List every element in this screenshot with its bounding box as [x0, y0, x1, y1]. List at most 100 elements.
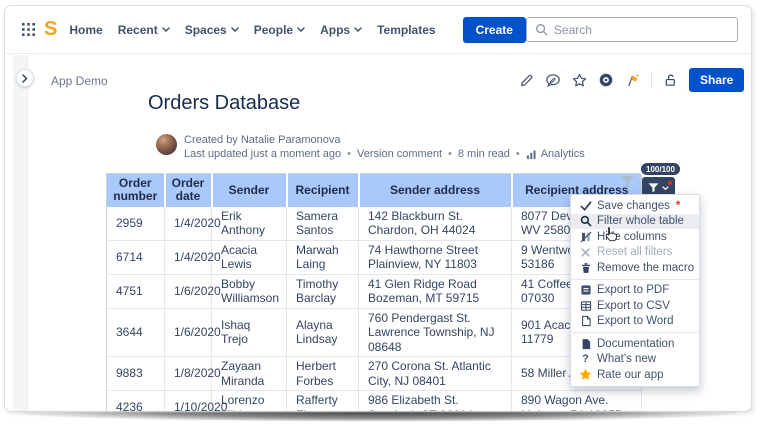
table-cell: Samera Santos	[287, 207, 359, 241]
column-header[interactable]: Sender	[212, 174, 287, 207]
question-icon: ?	[579, 353, 592, 365]
table-cell: 142 Blackburn St. Chardon, OH 44024	[359, 207, 512, 241]
chart-icon	[526, 149, 537, 160]
favorite-button[interactable]	[572, 73, 587, 88]
table-cell: 41 Glen Ridge Road Bozeman, MT 59715	[359, 274, 512, 308]
version-comment-link[interactable]: Version comment	[357, 148, 442, 160]
menu-item-remove-the-macro[interactable]: Remove the macro	[571, 260, 699, 276]
nav-item-home[interactable]: Home	[69, 23, 102, 37]
table-cell: 1/6/2020	[165, 274, 212, 308]
table-cell: Zayaan Miranda	[212, 357, 287, 391]
table-cell: Alayna Lindsay	[287, 308, 359, 357]
page-curl-shadow	[22, 412, 738, 421]
orders-table: Order number Order date Sender Recipient…	[106, 173, 642, 412]
pencil-icon	[519, 73, 534, 88]
edit-button[interactable]	[519, 73, 534, 88]
csv-grid-icon	[579, 300, 592, 312]
unsaved-asterisk: *	[676, 200, 680, 212]
nav-item-apps[interactable]: Apps	[320, 23, 362, 37]
table-row: 67141/4/2020Acacia LewisMarwah Laing74 H…	[107, 240, 642, 274]
table-cell: 2959	[107, 207, 165, 241]
search-icon	[535, 23, 548, 36]
author-avatar[interactable]	[156, 134, 177, 155]
table-cell: Erik Anthony	[212, 207, 287, 241]
flag-icon	[625, 73, 640, 88]
expand-sidebar-button[interactable]	[16, 69, 34, 87]
table-cell: Marwah Laing	[287, 240, 359, 274]
column-filter-icon[interactable]	[620, 175, 635, 195]
table-header-row: Order number Order date Sender Recipient…	[107, 174, 642, 207]
create-button[interactable]: Create	[463, 17, 526, 43]
table-cell: 986 Elizabeth St. Stratford, CT 06614	[359, 391, 512, 413]
byline-meta: Last updated just a moment ago • Version…	[184, 148, 585, 160]
analytics-link[interactable]: Analytics	[526, 148, 585, 160]
chevron-down-icon	[354, 27, 362, 32]
unsaved-changes-dot	[668, 181, 672, 185]
table-cell: 1/4/2020	[165, 240, 212, 274]
table-cell: 4751	[107, 274, 165, 308]
reset-icon	[579, 247, 592, 258]
table-cell: Bobby Williamson	[212, 274, 287, 308]
search-icon	[579, 215, 592, 227]
restrictions-button[interactable]	[663, 73, 678, 88]
byline-author: Created by Natalie Paramonova	[184, 134, 341, 146]
table-cell: 1/4/2020	[165, 207, 212, 241]
star-icon	[579, 368, 592, 381]
app-switcher-icon[interactable]	[22, 23, 35, 36]
table-cell: 1/6/2020	[165, 308, 212, 357]
table-cell: 760 Pendergast St. Lawrence Township, NJ…	[359, 308, 512, 357]
menu-item-export-to-word[interactable]: Export to Word	[571, 314, 699, 330]
table-cell: Acacia Lewis	[212, 240, 287, 274]
column-header[interactable]: Order date	[165, 174, 212, 207]
page-title: Orders Database	[148, 92, 300, 115]
table-cell: 1/10/2020	[165, 391, 212, 413]
table-row: 42361/10/2020Lorenzo HibbertRafferty Fig…	[107, 391, 642, 413]
unlock-icon	[663, 73, 678, 88]
last-updated-text: Last updated just a moment ago	[184, 148, 341, 160]
table-cell: 890 Wagon Ave. Malvern, PA 19355	[512, 391, 642, 413]
search-box[interactable]	[526, 17, 738, 42]
table-cell: 74 Hawthorne Street Plainview, NY 11803	[359, 240, 512, 274]
nav-item-people[interactable]: People	[254, 23, 305, 37]
menu-item-documentation[interactable]: Documentation	[571, 336, 699, 352]
trash-icon	[579, 262, 592, 274]
menu-item-save-changes[interactable]: Save changes*	[571, 198, 699, 214]
table-cell: 6714	[107, 240, 165, 274]
top-nav: S Home Recent Spaces People Apps Templat…	[5, 6, 751, 54]
share-button[interactable]: Share	[689, 68, 744, 92]
menu-item-whats-new[interactable]: ? What's new	[571, 352, 699, 368]
table-cell: Timothy Barclay	[287, 274, 359, 308]
column-header[interactable]: Sender address	[359, 174, 512, 207]
menu-item-export-to-csv[interactable]: Export to CSV	[571, 298, 699, 314]
app-window: S Home Recent Spaces People Apps Templat…	[4, 5, 752, 412]
product-logo[interactable]: S	[44, 18, 57, 41]
word-doc-icon	[579, 315, 592, 327]
menu-item-rate-our-app[interactable]: Rate our app	[571, 367, 699, 383]
nav-item-recent[interactable]: Recent	[118, 23, 170, 37]
menu-item-hide-columns[interactable]: Hide columns	[571, 229, 699, 245]
column-header[interactable]: Recipient	[287, 174, 359, 207]
nav-item-templates[interactable]: Templates	[377, 23, 435, 37]
chevron-down-icon	[662, 186, 669, 190]
collapsed-sidebar[interactable]	[13, 55, 28, 411]
nav-item-spaces[interactable]: Spaces	[185, 23, 239, 37]
hide-columns-icon	[579, 231, 592, 243]
search-input[interactable]	[554, 23, 704, 37]
star-outline-icon	[572, 73, 587, 88]
column-header[interactable]: Order number	[107, 174, 165, 207]
table-filter-dropdown-menu: Save changes* Filter whole table Hide co…	[570, 194, 700, 387]
menu-item-filter-whole-table[interactable]: Filter whole table	[571, 214, 699, 230]
inline-comment-button[interactable]	[545, 73, 561, 88]
table-cell: 9883	[107, 357, 165, 391]
table-cell: 3644	[107, 308, 165, 357]
watch-button[interactable]	[598, 72, 614, 88]
orders-table-macro: 100/100 Order number Order date Sender R…	[106, 173, 643, 412]
chevron-down-icon	[231, 27, 239, 32]
chevron-down-icon	[297, 27, 305, 32]
feedback-button[interactable]	[625, 73, 640, 88]
read-time-text: 8 min read	[458, 148, 510, 160]
menu-item-export-to-pdf[interactable]: Export to PDF	[571, 283, 699, 299]
table-cell: Rafferty Figueroa	[287, 391, 359, 413]
breadcrumb[interactable]: App Demo	[51, 74, 108, 88]
pdf-icon	[579, 284, 592, 296]
